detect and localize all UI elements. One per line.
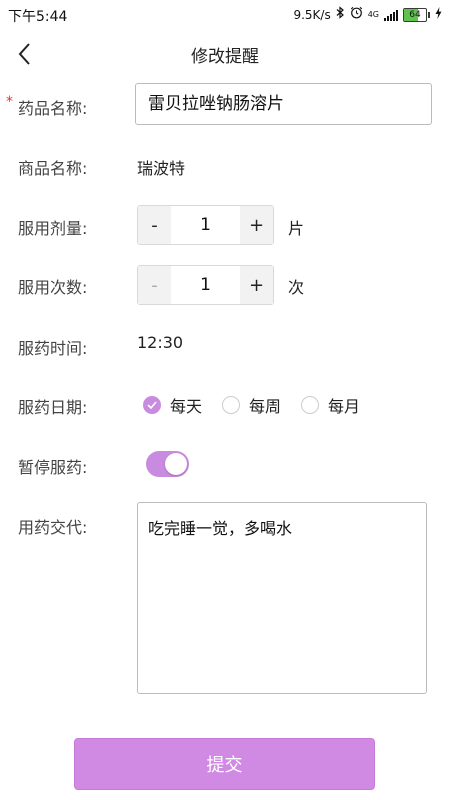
date-label: 服药日期: (18, 398, 88, 417)
battery-icon: 64 (403, 7, 430, 22)
dosage-minus-button[interactable]: - (138, 206, 171, 244)
dosage-plus-button[interactable]: + (240, 206, 273, 244)
pause-toggle[interactable] (146, 451, 189, 477)
radio-weekly-label: 每周 (249, 397, 282, 416)
times-value[interactable]: 1 (171, 266, 240, 304)
radio-monthly[interactable]: 每月 (301, 393, 360, 417)
radio-daily-circle (143, 396, 161, 414)
signal-icon (384, 9, 398, 21)
times-label: 服用次数: (18, 278, 88, 297)
toggle-knob (165, 453, 187, 475)
status-time: 下午5:44 (8, 9, 68, 25)
radio-daily[interactable]: 每天 (143, 393, 202, 417)
radio-monthly-circle (301, 396, 320, 414)
brand-name-label: 商品名称: (18, 159, 88, 178)
time-value[interactable]: 12:30 (137, 333, 183, 352)
alarm-icon (350, 6, 363, 23)
header: 修改提醒 (0, 30, 450, 78)
dosage-stepper: - 1 + (137, 205, 274, 245)
dosage-unit: 片 (288, 219, 305, 238)
drug-name-label: 药品名称: (18, 99, 88, 118)
times-minus-button[interactable]: - (138, 266, 171, 304)
net-speed: 9.5K/s (293, 7, 331, 22)
battery-level: 64 (409, 9, 421, 20)
time-label: 服药时间: (18, 339, 88, 358)
submit-button[interactable]: 提交 (74, 738, 375, 790)
status-icons: 9.5K/s 4G 64 (293, 6, 442, 23)
radio-weekly[interactable]: 每周 (222, 393, 281, 417)
date-radio-group: 每天 每周 每月 (143, 393, 380, 417)
radio-weekly-circle (222, 396, 241, 414)
pause-label: 暂停服药: (18, 458, 88, 477)
instructions-label: 用药交代: (18, 518, 88, 537)
page-title: 修改提醒 (191, 47, 259, 67)
charging-icon (435, 6, 442, 23)
bluetooth-icon (336, 6, 345, 23)
drug-name-input[interactable]: 雷贝拉唑钠肠溶片 (135, 83, 432, 125)
dosage-value[interactable]: 1 (171, 206, 240, 244)
required-mark: * (6, 94, 13, 110)
status-bar: 下午5:44 9.5K/s 4G 64 (0, 0, 450, 28)
times-unit: 次 (288, 278, 305, 297)
network-type: 4G (367, 9, 379, 19)
radio-monthly-label: 每月 (328, 397, 361, 416)
dosage-label: 服用剂量: (18, 219, 88, 238)
times-stepper: - 1 + (137, 265, 274, 305)
radio-daily-label: 每天 (170, 397, 203, 416)
times-plus-button[interactable]: + (240, 266, 273, 304)
brand-name-value: 瑞波特 (137, 159, 186, 178)
instructions-textarea[interactable]: 吃完睡一觉，多喝水 (137, 502, 427, 694)
